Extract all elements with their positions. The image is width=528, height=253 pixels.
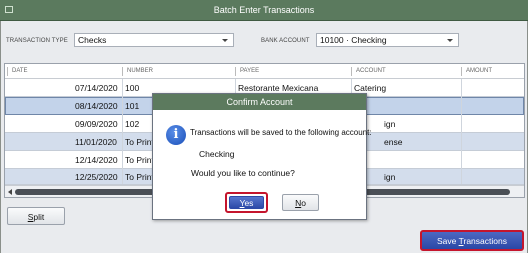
column-header-amount[interactable]: AMOUNT xyxy=(466,68,492,74)
cell-date[interactable]: 09/09/2020 xyxy=(75,119,118,129)
cell-date[interactable]: 12/25/2020 xyxy=(75,172,118,182)
dialog-account-name: Checking xyxy=(199,149,235,159)
chevron-down-icon xyxy=(222,39,228,42)
cell-account[interactable]: ign xyxy=(384,172,395,182)
chevron-down-icon xyxy=(447,39,453,42)
cell-number[interactable]: To Print xyxy=(125,137,154,147)
column-header-account[interactable]: ACCOUNT xyxy=(356,68,386,74)
window-title: Batch Enter Transactions xyxy=(213,5,315,15)
cell-date[interactable]: 12/14/2020 xyxy=(75,155,118,165)
yes-button-highlight: Yes xyxy=(225,192,268,213)
cell-account[interactable]: ign xyxy=(384,119,395,129)
scroll-left-icon[interactable] xyxy=(8,189,12,195)
column-header-number[interactable]: NUMBER xyxy=(127,68,153,74)
dialog-title: Confirm Account xyxy=(153,94,366,110)
cell-date[interactable]: 11/01/2020 xyxy=(75,137,117,147)
no-button[interactable]: No xyxy=(282,194,319,211)
title-bar: Batch Enter Transactions xyxy=(0,0,528,21)
cell-number[interactable]: To Print xyxy=(125,172,154,182)
cell-account[interactable]: Catering xyxy=(354,83,386,93)
info-icon: i xyxy=(166,125,186,145)
bank-account-select[interactable]: 10100 · Checking xyxy=(316,33,459,47)
dialog-message: Transactions will be saved to the follow… xyxy=(190,128,372,137)
cell-date[interactable]: 08/14/2020 xyxy=(75,101,118,111)
cell-number[interactable]: 100 xyxy=(125,83,139,93)
bank-account-label: BANK ACCOUNT xyxy=(261,38,310,44)
yes-button[interactable]: Yes xyxy=(229,196,264,209)
cell-payee[interactable]: Restorante Mexicana xyxy=(238,83,318,93)
cell-account[interactable]: ense xyxy=(384,137,402,147)
dialog-question: Would you like to continue? xyxy=(191,168,295,178)
cell-number[interactable]: 101 xyxy=(125,101,139,111)
transaction-type-label: TRANSACTION TYPE xyxy=(6,38,68,44)
cell-date[interactable]: 07/14/2020 xyxy=(75,83,118,93)
transaction-type-select[interactable]: Checks xyxy=(74,33,234,47)
bank-account-value: 10100 · Checking xyxy=(320,35,387,45)
transaction-type-value: Checks xyxy=(78,35,107,45)
column-header-date[interactable]: DATE xyxy=(12,68,28,74)
split-button[interactable]: Split xyxy=(7,207,65,225)
cell-number[interactable]: To Print xyxy=(125,155,154,165)
grid-header: DATE NUMBER PAYEE ACCOUNT AMOUNT xyxy=(5,64,524,79)
confirm-account-dialog: Confirm Account i Transactions will be s… xyxy=(152,93,372,220)
column-header-payee[interactable]: PAYEE xyxy=(240,68,259,74)
save-transactions-button[interactable]: Save Transactions xyxy=(420,230,524,251)
cell-number[interactable]: 102 xyxy=(125,119,139,129)
